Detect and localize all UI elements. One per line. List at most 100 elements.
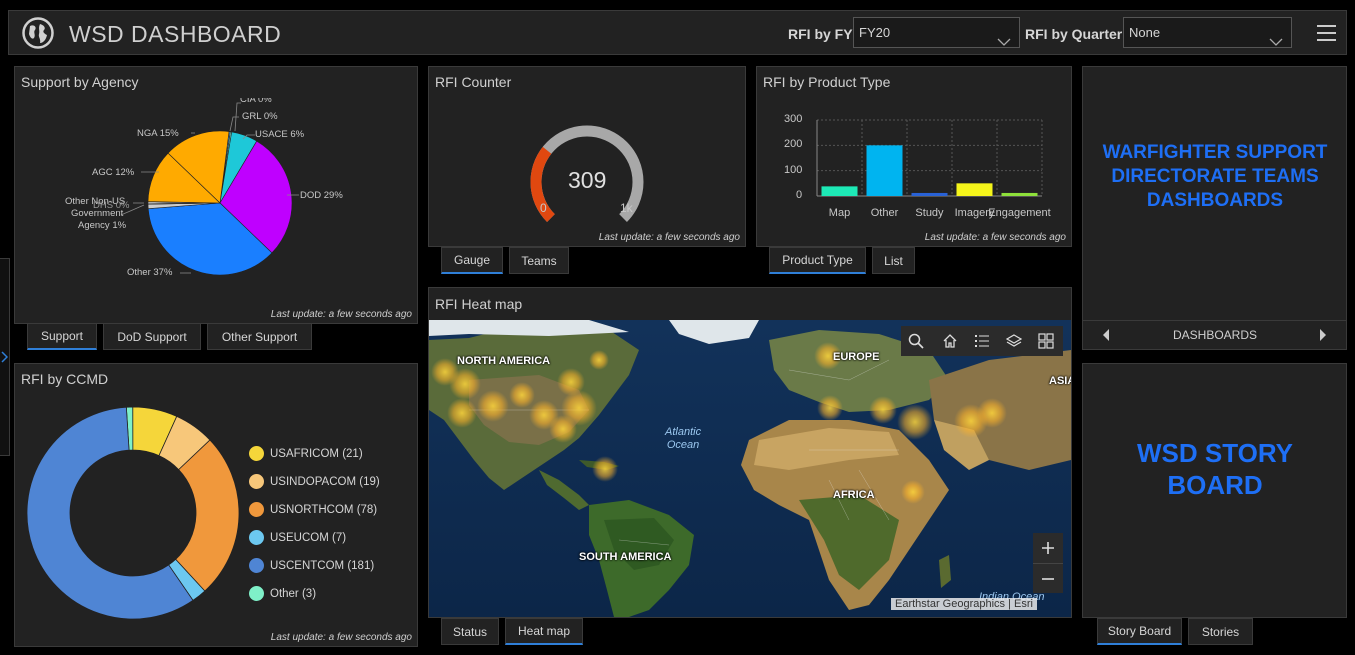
tab-stories[interactable]: Stories bbox=[1188, 618, 1253, 645]
dashboards-nav-label: DASHBOARDS bbox=[1173, 328, 1258, 342]
label-north-america: NORTH AMERICA bbox=[457, 355, 551, 367]
map-search-icon[interactable] bbox=[901, 326, 931, 356]
legend-item-usindopacom[interactable]: USINDOPACOM (19) bbox=[249, 474, 380, 489]
legend-label: USEUCOM bbox=[270, 531, 329, 544]
tab-product-type[interactable]: Product Type bbox=[769, 247, 866, 274]
gauge-max: 1k bbox=[620, 201, 633, 215]
app-header: WSD DASHBOARD RFI by FY FY20 RFI by Quar… bbox=[8, 10, 1347, 55]
label-africa: AFRICA bbox=[833, 489, 875, 501]
heat-point bbox=[449, 368, 481, 400]
heat-point bbox=[592, 456, 618, 482]
pie-label-govt-1: Government bbox=[71, 208, 124, 219]
map-basemap-gallery-icon[interactable] bbox=[1031, 326, 1061, 356]
heat-point bbox=[549, 415, 577, 443]
ccmd-donut-chart bbox=[26, 406, 240, 620]
tab-teams[interactable]: Teams bbox=[509, 247, 569, 274]
chevron-left-icon[interactable] bbox=[1102, 328, 1110, 347]
tab-status[interactable]: Status bbox=[441, 618, 499, 645]
legend-label: USCENTCOM bbox=[270, 559, 345, 572]
divider bbox=[1083, 320, 1346, 321]
rfi-by-product-panel: RFI by Product Type Map Other Study Imagery… bbox=[756, 66, 1072, 247]
map-view[interactable]: NORTH AMERICA EUROPE ASIA AFRICA SOUTH A… bbox=[429, 320, 1071, 617]
dashboards-link[interactable]: WARFIGHTER SUPPORT DIRECTORATE TEAMS DAS… bbox=[1095, 141, 1335, 213]
legend-item-other[interactable]: Other (3) bbox=[249, 586, 316, 601]
panel-title: RFI Heat map bbox=[435, 296, 523, 312]
last-update: Last update: a few seconds ago bbox=[598, 232, 740, 243]
heat-point bbox=[817, 395, 843, 421]
bar-imagery[interactable] bbox=[956, 183, 993, 196]
legend-swatch bbox=[249, 558, 264, 573]
hamburger-menu-icon[interactable] bbox=[1317, 24, 1337, 47]
caret-right-icon[interactable] bbox=[1, 350, 9, 368]
legend-count: (3) bbox=[301, 587, 317, 600]
tab-dod-support[interactable]: DoD Support bbox=[103, 323, 201, 350]
dashboards-panel: WARFIGHTER SUPPORT DIRECTORATE TEAMS DAS… bbox=[1082, 66, 1347, 350]
legend-count: (21) bbox=[342, 447, 363, 460]
legend-count: (7) bbox=[331, 531, 347, 544]
legend-swatch bbox=[249, 446, 264, 461]
legend-label: Other bbox=[270, 587, 299, 600]
quarter-label: RFI by Quarter bbox=[1025, 26, 1123, 42]
story-board-link[interactable]: WSD STORY BOARD bbox=[1110, 437, 1320, 501]
heat-point bbox=[477, 390, 509, 422]
heat-point bbox=[897, 404, 933, 440]
map-legend-list-icon[interactable] bbox=[967, 326, 997, 356]
bar-engagement[interactable] bbox=[1001, 192, 1038, 196]
rfi-by-ccmd-panel: RFI by CCMD USAFRICOM (21) USINDOPACOM (… bbox=[14, 363, 418, 647]
legend-count: (181) bbox=[347, 559, 375, 572]
fy-select-value: FY20 bbox=[859, 25, 891, 40]
bar-map[interactable] bbox=[821, 186, 858, 196]
label-atlantic-ocean: Atlantic Ocean bbox=[665, 426, 701, 452]
app-title: WSD DASHBOARD bbox=[69, 21, 282, 47]
tab-support[interactable]: Support bbox=[27, 323, 97, 350]
gauge-value: 309 bbox=[568, 167, 607, 193]
legend-item-useucom[interactable]: USEUCOM (7) bbox=[249, 530, 346, 545]
quarter-select[interactable]: None bbox=[1123, 17, 1292, 48]
tab-story-board[interactable]: Story Board bbox=[1097, 618, 1182, 645]
pie-label-grl: GRL 0% bbox=[242, 111, 278, 122]
legend-swatch bbox=[249, 586, 264, 601]
tab-other-support[interactable]: Other Support bbox=[207, 323, 312, 350]
legend-label: USAFRICOM bbox=[270, 447, 339, 460]
map-attribution[interactable]: Earthstar Geographics | Esri bbox=[891, 598, 1037, 610]
legend-item-uscentcom[interactable]: USCENTCOM (181) bbox=[249, 558, 374, 573]
zoom-in-icon[interactable] bbox=[1033, 533, 1063, 563]
legend-item-usnorthcom[interactable]: USNORTHCOM (78) bbox=[249, 502, 377, 517]
tab-list[interactable]: List bbox=[872, 247, 915, 274]
tab-gauge[interactable]: Gauge bbox=[441, 247, 503, 274]
y-tick: 100 bbox=[784, 164, 803, 176]
last-update: Last update: a few seconds ago bbox=[270, 632, 412, 643]
y-tick: 300 bbox=[784, 113, 803, 125]
last-update: Last update: a few seconds ago bbox=[924, 232, 1066, 243]
y-tick: 0 bbox=[796, 189, 803, 201]
legend-count: (19) bbox=[359, 475, 380, 488]
label-asia: ASIA bbox=[1049, 375, 1071, 387]
pie-label-govt-2: Agency 1% bbox=[78, 220, 127, 231]
bar-study[interactable] bbox=[911, 192, 948, 196]
heat-point bbox=[901, 480, 925, 504]
map-layers-icon[interactable] bbox=[999, 326, 1029, 356]
chevron-right-icon[interactable] bbox=[1319, 328, 1327, 347]
y-tick: 200 bbox=[784, 138, 803, 150]
tab-heat-map[interactable]: Heat map bbox=[505, 618, 583, 645]
x-tick-label: Other bbox=[871, 207, 899, 219]
map-home-icon[interactable] bbox=[935, 326, 965, 356]
legend-count: (78) bbox=[356, 503, 378, 516]
legend-swatch bbox=[249, 530, 264, 545]
zoom-out-icon[interactable] bbox=[1033, 563, 1063, 593]
story-board-panel: WSD STORY BOARD bbox=[1082, 363, 1347, 618]
quarter-select-value: None bbox=[1129, 25, 1161, 40]
ocean-label-line: Atlantic bbox=[665, 426, 702, 438]
support-by-agency-panel: Support by Agency CIA 0% GRL 0% USACE 6%… bbox=[14, 66, 418, 324]
legend-swatch bbox=[249, 502, 264, 517]
heatmap-panel: RFI Heat map NORTH AMERICA EUROPE ASI AF… bbox=[428, 287, 1072, 618]
globe-logo-icon bbox=[21, 16, 55, 55]
bar-other[interactable] bbox=[866, 145, 903, 196]
heat-point bbox=[977, 398, 1007, 428]
heat-point bbox=[509, 382, 535, 408]
product-bar-chart: Map Other Study ImageryEngagement bbox=[816, 119, 1051, 219]
gauge-min: 0 bbox=[540, 201, 547, 215]
fy-select[interactable]: FY20 bbox=[853, 17, 1020, 48]
legend-item-usafricom[interactable]: USAFRICOM (21) bbox=[249, 446, 363, 461]
rfi-counter-panel: RFI Counter 309 0 1k Last update: a few … bbox=[428, 66, 746, 247]
